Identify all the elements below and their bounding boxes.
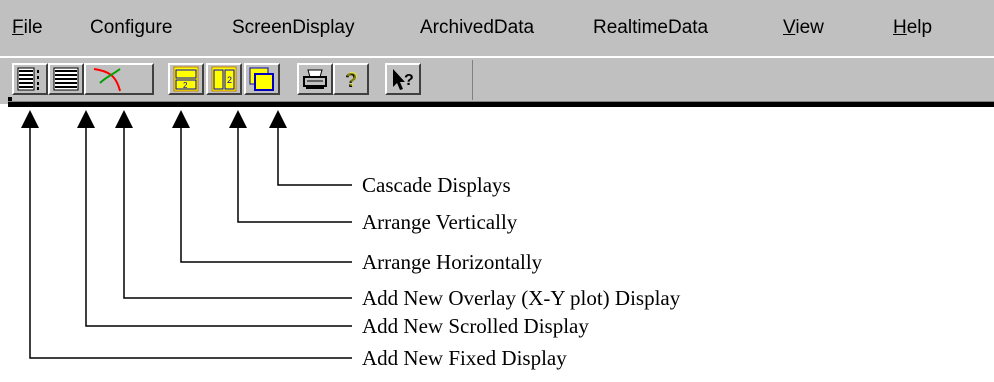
callout-cascade-displays: Cascade Displays bbox=[362, 173, 511, 197]
arrow-horizontal bbox=[172, 110, 190, 128]
arrow-scrolled bbox=[77, 110, 95, 128]
callout-add-overlay-display: Add New Overlay (X-Y plot) Display bbox=[362, 286, 681, 310]
arrow-fixed bbox=[21, 110, 39, 128]
callout-arrange-horizontally: Arrange Horizontally bbox=[362, 250, 543, 274]
arrow-overlay bbox=[115, 110, 133, 128]
callout-add-scrolled-display: Add New Scrolled Display bbox=[362, 314, 589, 338]
callout-add-fixed-display: Add New Fixed Display bbox=[362, 346, 567, 370]
arrow-cascade bbox=[269, 110, 287, 128]
callout-arrange-vertically: Arrange Vertically bbox=[362, 210, 518, 234]
arrow-vertical bbox=[229, 110, 247, 128]
